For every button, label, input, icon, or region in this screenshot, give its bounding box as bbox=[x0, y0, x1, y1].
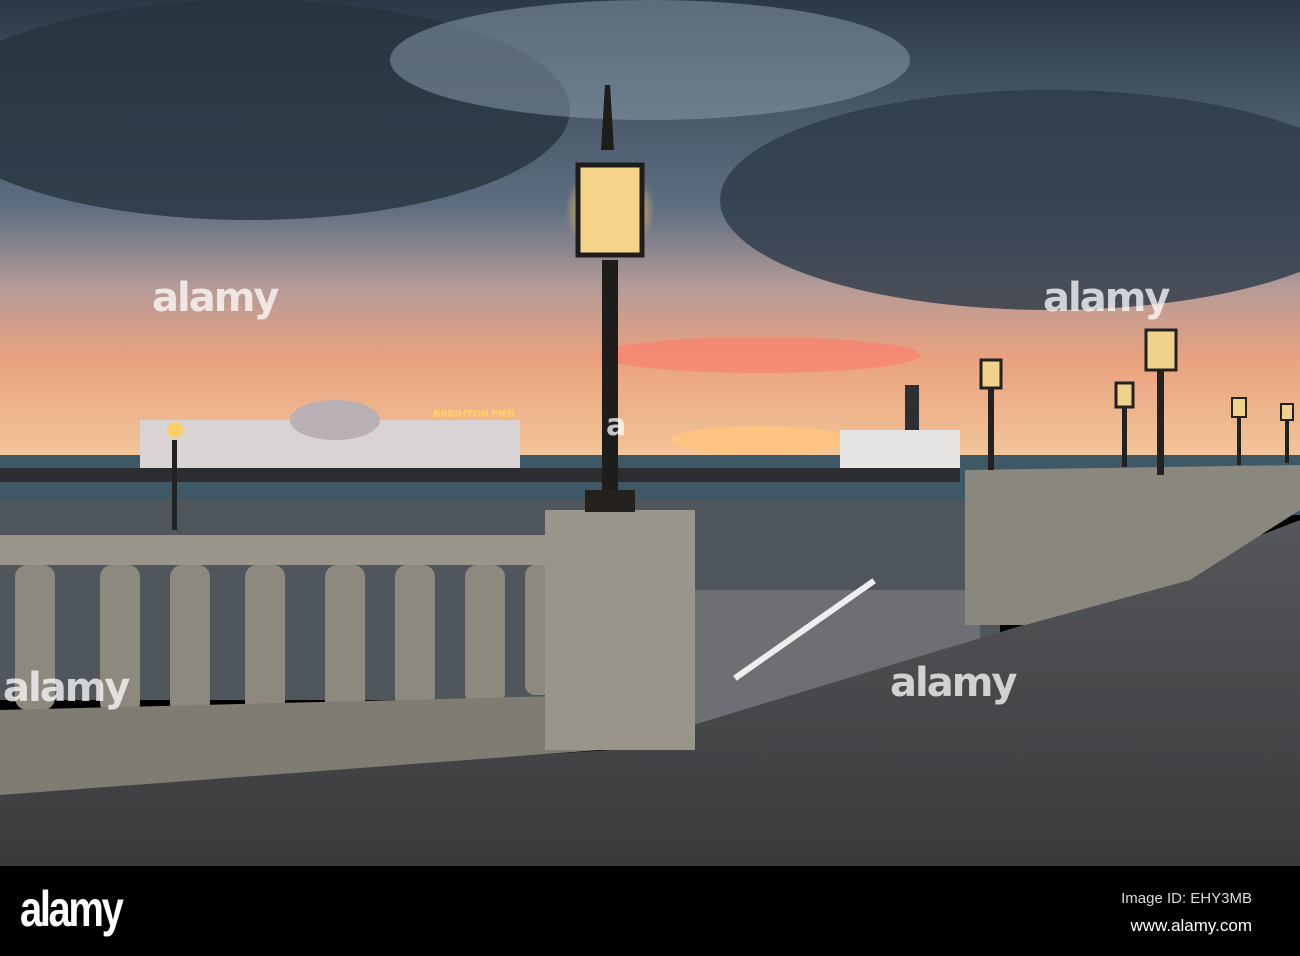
pier-sign: BRIGHTON PIER bbox=[433, 409, 515, 420]
west-pier-buildings bbox=[840, 430, 960, 468]
watermark: alamy bbox=[152, 275, 279, 321]
balustrade-top bbox=[0, 535, 600, 565]
watermark: alamy bbox=[890, 660, 1017, 706]
alamy-logo: alamy bbox=[20, 881, 124, 937]
pier-dome bbox=[290, 400, 380, 440]
sunset-glow bbox=[670, 426, 850, 454]
pillar bbox=[545, 510, 695, 750]
lamp-lantern bbox=[575, 162, 645, 258]
image-id: Image ID: EHY3MB bbox=[1121, 890, 1252, 907]
clock-tower bbox=[905, 385, 919, 430]
watermark: alamy bbox=[3, 665, 130, 711]
watermark: alamy bbox=[1043, 275, 1170, 321]
scene bbox=[0, 0, 1300, 866]
footer-bar: alamy Image ID: EHY3MB www.alamy.com bbox=[0, 866, 1300, 956]
pier-deck bbox=[0, 468, 960, 482]
sunset-glow bbox=[600, 337, 920, 373]
watermark-small: a bbox=[606, 408, 627, 443]
lamp-post bbox=[602, 260, 618, 510]
lamp-base bbox=[585, 490, 635, 512]
website-link[interactable]: www.alamy.com bbox=[1130, 916, 1252, 936]
cloud bbox=[390, 0, 910, 120]
photo: BRIGHTON PIER alamy alamy alamy alamy a bbox=[0, 0, 1300, 866]
